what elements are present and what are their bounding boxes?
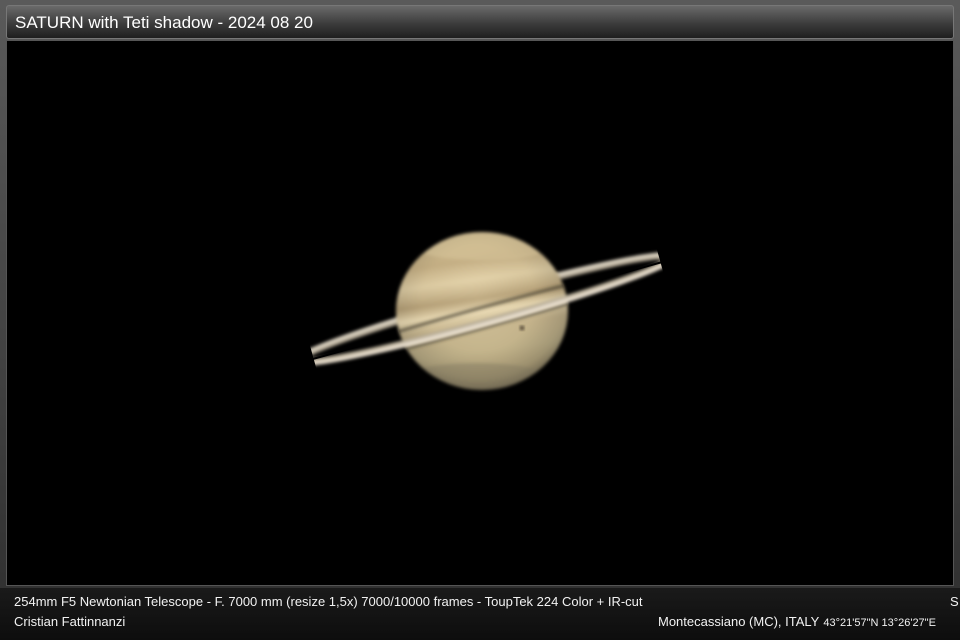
- location-info: Montecassiano (MC), ITALY 43°21'57"N 13°2…: [658, 614, 936, 629]
- photo-frame: SATURN with Teti shadow - 2024 08 20 254…: [0, 0, 960, 640]
- astro-photo: [6, 40, 954, 586]
- location-coordinates: 43°21'57"N 13°26'27"E: [823, 617, 936, 629]
- title-bar: SATURN with Teti shadow - 2024 08 20: [6, 5, 954, 39]
- saturn-icon: [293, 232, 677, 390]
- author-name: Cristian Fattinnanzi: [14, 614, 126, 629]
- photo-title: SATURN with Teti shadow - 2024 08 20: [15, 13, 313, 32]
- location-name: Montecassiano (MC), ITALY: [658, 614, 820, 629]
- truncated-text: S: [950, 594, 959, 609]
- photo-info-footer: 254mm F5 Newtonian Telescope - F. 7000 m…: [0, 588, 960, 640]
- equipment-info: 254mm F5 Newtonian Telescope - F. 7000 m…: [14, 594, 643, 609]
